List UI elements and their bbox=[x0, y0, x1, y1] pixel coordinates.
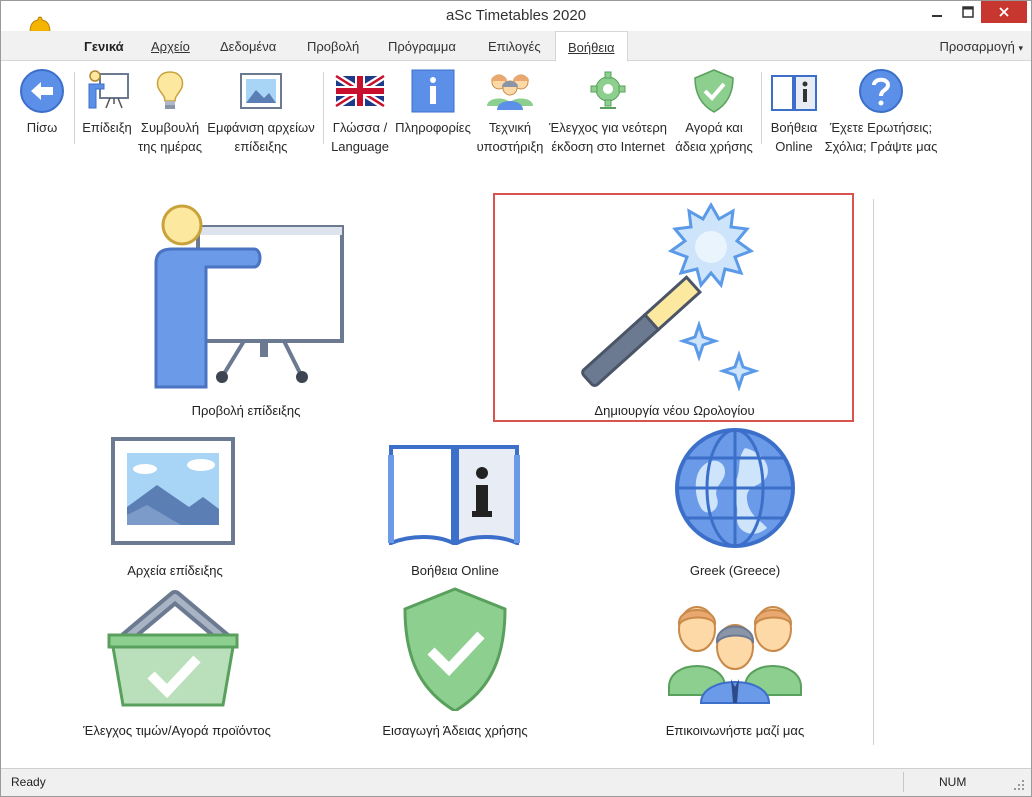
tile-new-timetable-label: Δημιουργία νέου Ωρολογίου bbox=[594, 403, 755, 418]
ribbon-demo-files-label-2: επίδειξης bbox=[234, 139, 288, 154]
book-info-icon bbox=[771, 75, 817, 111]
app-window: aSc aSc Timetables 2020 Γενικά Αρχείο Δε… bbox=[0, 0, 1032, 797]
resize-grip-icon[interactable] bbox=[1013, 779, 1025, 794]
ribbon-tip-button[interactable]: Συμβουλή της ημέρας bbox=[133, 68, 207, 156]
menu-bar: Γενικά Αρχείο Δεδομένα Προβολή Πρόγραμμα… bbox=[1, 31, 1031, 64]
picture-icon bbox=[111, 437, 235, 545]
tab-general[interactable]: Γενικά bbox=[84, 31, 124, 61]
ribbon-tip-label-2: της ημέρας bbox=[138, 139, 202, 154]
ribbon-tip-label-1: Συμβουλή bbox=[140, 120, 200, 135]
minimize-button[interactable] bbox=[921, 1, 953, 23]
gear-update-icon bbox=[590, 71, 626, 109]
tile-demo-files[interactable]: Αρχεία επίδειξης bbox=[61, 435, 289, 585]
close-button[interactable] bbox=[981, 1, 1027, 23]
tile-view-demo-label: Προβολή επίδειξης bbox=[191, 403, 301, 418]
ribbon-language-button[interactable]: Γλώσσα / Language bbox=[327, 68, 393, 156]
ribbon-info-button[interactable]: Πληροφορίες bbox=[391, 68, 475, 137]
tile-license-label: Εισαγωγή Άδειας χρήσης bbox=[382, 723, 528, 738]
ribbon-purchase-label-2: άδεια χρήσης bbox=[675, 139, 753, 154]
tile-language-label: Greek (Greece) bbox=[689, 563, 781, 578]
ribbon-demo-files-button[interactable]: Εμφάνιση αρχείων επίδειξης bbox=[203, 68, 319, 156]
ribbon-help-online-label-2: Online bbox=[775, 139, 813, 154]
ribbon-feedback-label-1: Έχετε Ερωτήσεις; bbox=[829, 120, 933, 135]
shield-check-icon bbox=[694, 69, 734, 113]
tile-contact-label: Επικοινωνήστε μαζί μας bbox=[665, 723, 805, 738]
tab-file[interactable]: Αρχείο bbox=[151, 31, 190, 61]
ribbon-update-label-1: Έλεγχος για νεότερη bbox=[549, 120, 667, 135]
ribbon-feedback-label-2: Σχόλια; Γράψτε μας bbox=[824, 139, 938, 154]
tile-help-online-label: Βοήθεια Online bbox=[411, 563, 499, 578]
ribbon-feedback-button[interactable]: Έχετε Ερωτήσεις; Σχόλια; Γράψτε μας bbox=[823, 68, 939, 156]
maximize-icon bbox=[962, 6, 974, 18]
question-icon bbox=[859, 69, 903, 113]
ribbon-update-label-2: έκδοση στο Internet bbox=[551, 139, 665, 154]
tile-license[interactable]: Εισαγωγή Άδειας χρήσης bbox=[341, 587, 569, 745]
uk-flag-icon bbox=[335, 73, 385, 109]
ribbon-help-online-label-1: Βοήθεια bbox=[770, 120, 818, 135]
contact-people-icon bbox=[668, 606, 802, 704]
tile-purchase-label: Έλεγχος τιμών/Αγορά προϊόντος bbox=[83, 723, 271, 738]
ribbon-toolbar: Πίσω Επίδειξη Συμβουλή της ημέρας Εμφάνι… bbox=[1, 62, 1031, 162]
ribbon-back-button[interactable]: Πίσω bbox=[15, 68, 69, 137]
title-bar: aSc aSc Timetables 2020 bbox=[1, 1, 1031, 47]
presentation-icon bbox=[154, 204, 344, 389]
tile-view-demo[interactable]: Προβολή επίδειξης bbox=[126, 201, 366, 421]
minimize-icon bbox=[932, 15, 942, 17]
globe-icon bbox=[675, 428, 795, 548]
ribbon-demo-button[interactable]: Επίδειξη bbox=[77, 68, 137, 137]
magic-wand-icon bbox=[581, 201, 760, 392]
tile-purchase[interactable]: Έλεγχος τιμών/Αγορά προϊόντος bbox=[53, 587, 301, 745]
tab-options[interactable]: Επιλογές bbox=[488, 31, 541, 61]
lightbulb-icon bbox=[156, 71, 184, 109]
chevron-down-icon: ▾ bbox=[1018, 43, 1023, 53]
window-title: aSc Timetables 2020 bbox=[445, 7, 587, 24]
ribbon-separator bbox=[74, 72, 75, 144]
tile-new-timetable[interactable]: Δημιουργία νέου Ωρολογίου bbox=[497, 197, 852, 419]
status-text: Ready bbox=[11, 775, 46, 789]
ribbon-info-label: Πληροφορίες bbox=[395, 120, 471, 135]
support-team-icon bbox=[487, 74, 533, 110]
ribbon-separator bbox=[761, 72, 762, 144]
tile-contact[interactable]: Επικοινωνήστε μαζί μας bbox=[621, 587, 849, 745]
tile-language[interactable]: Greek (Greece) bbox=[621, 428, 849, 585]
ribbon-purchase-button[interactable]: Αγορά και άδεια χρήσης bbox=[671, 68, 757, 156]
tab-timetable[interactable]: Πρόγραμμα bbox=[388, 31, 456, 61]
divider bbox=[873, 199, 874, 745]
ribbon-update-button[interactable]: Έλεγχος για νεότερη έκδοση στο Internet bbox=[545, 68, 671, 156]
basket-check-icon bbox=[107, 590, 239, 707]
status-bar: Ready NUM bbox=[1, 768, 1031, 796]
shield-check-icon bbox=[403, 587, 507, 711]
status-divider bbox=[903, 772, 904, 792]
ribbon-support-label-2: υποστήριξη bbox=[476, 139, 544, 154]
customize-label: Προσαρμογή bbox=[939, 39, 1015, 54]
ribbon-demo-label: Επίδειξη bbox=[82, 120, 132, 135]
ribbon-language-label-1: Γλώσσα / bbox=[332, 120, 388, 135]
num-lock-indicator: NUM bbox=[939, 775, 967, 789]
presentation-icon bbox=[88, 70, 129, 109]
ribbon-separator bbox=[323, 72, 324, 144]
back-arrow-icon bbox=[20, 69, 64, 113]
ribbon-help-online-button[interactable]: Βοήθεια Online bbox=[763, 68, 825, 156]
customize-menu[interactable]: Προσαρμογή ▾ bbox=[939, 31, 1023, 64]
maximize-button[interactable] bbox=[953, 1, 983, 23]
tile-demo-files-label: Αρχεία επίδειξης bbox=[127, 563, 223, 578]
ribbon-language-label-2: Language bbox=[331, 139, 389, 154]
tab-view[interactable]: Προβολή bbox=[307, 31, 359, 61]
ribbon-demo-files-label-1: Εμφάνιση αρχείων bbox=[207, 120, 315, 135]
tile-help-online[interactable]: Βοήθεια Online bbox=[341, 435, 569, 585]
ribbon-purchase-label-1: Αγορά και bbox=[685, 120, 743, 135]
ribbon-back-label: Πίσω bbox=[26, 120, 58, 135]
tab-data[interactable]: Δεδομένα bbox=[220, 31, 276, 61]
close-icon bbox=[999, 7, 1009, 17]
book-info-icon bbox=[388, 445, 520, 545]
ribbon-support-button[interactable]: Τεχνική υποστήριξη bbox=[473, 68, 547, 156]
start-page: Προβολή επίδειξης Δημιουργία νέου Ωρολογ… bbox=[1, 163, 1031, 768]
picture-icon bbox=[240, 73, 282, 109]
tab-help[interactable]: Βοήθεια bbox=[555, 31, 628, 62]
info-icon bbox=[411, 69, 455, 113]
ribbon-support-label-1: Τεχνική bbox=[488, 120, 532, 135]
